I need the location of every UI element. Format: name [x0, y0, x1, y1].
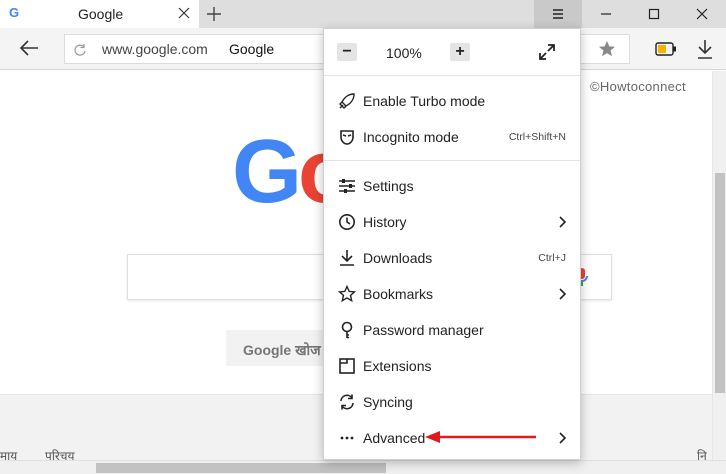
url-domain: www.google.com: [102, 41, 208, 57]
menu-item-label: Downloads: [363, 250, 433, 266]
menu-item-label: Settings: [363, 178, 414, 194]
menu-item-incognito[interactable]: Incognito mode Ctrl+Shift+N: [324, 119, 580, 155]
menu-divider: [324, 160, 580, 161]
zoom-out-button[interactable]: −: [337, 43, 357, 61]
zoom-controls: − 100% +: [324, 29, 580, 76]
reload-icon[interactable]: [73, 43, 87, 57]
sync-icon: [340, 394, 354, 410]
menu-item-shortcut: Ctrl+J: [538, 252, 566, 264]
vertical-scrollbar[interactable]: [712, 71, 726, 460]
menu-item-bookmarks[interactable]: Bookmarks: [324, 276, 580, 312]
menu-item-label: Password manager: [363, 322, 484, 338]
menu-item-shortcut: Ctrl+Shift+N: [508, 131, 566, 143]
download-icon[interactable]: [696, 38, 714, 60]
menu-item-extensions[interactable]: Extensions: [324, 348, 580, 384]
bookmark-star-icon: [338, 285, 356, 303]
zoom-in-button[interactable]: +: [450, 43, 470, 61]
turbo-icon: [339, 93, 355, 109]
history-icon: [339, 214, 355, 230]
minimize-button[interactable]: [582, 0, 630, 28]
close-icon: [696, 8, 708, 20]
chevron-right-icon: [559, 288, 566, 300]
menu-item-label: Incognito mode: [363, 129, 459, 145]
menu-item-label: History: [363, 214, 407, 230]
menu-item-downloads[interactable]: Downloads Ctrl+J: [324, 240, 580, 276]
menu-item-syncing[interactable]: Syncing: [324, 384, 580, 420]
bookmark-star-icon[interactable]: [598, 40, 616, 58]
chevron-right-icon: [559, 432, 566, 444]
incognito-icon: [340, 130, 354, 145]
menu-item-turbo[interactable]: Enable Turbo mode: [324, 83, 580, 119]
battery-saver-icon[interactable]: [655, 42, 677, 56]
menu-item-label: Enable Turbo mode: [363, 93, 486, 109]
key-icon: [341, 321, 353, 339]
google-search-button[interactable]: Google खोज: [226, 330, 338, 366]
vertical-scroll-thumb[interactable]: [715, 173, 725, 393]
menu-item-password-manager[interactable]: Password manager: [324, 312, 580, 348]
menu-item-label: Advanced: [363, 430, 426, 446]
menu-item-label: Syncing: [363, 394, 413, 410]
title-bar: G Google: [0, 0, 726, 28]
browser-tab[interactable]: G Google: [0, 0, 199, 28]
browser-menu-button[interactable]: [534, 0, 582, 28]
menu-item-label: Extensions: [363, 358, 432, 374]
menu-item-settings[interactable]: Settings: [324, 168, 580, 204]
download-icon: [340, 250, 354, 266]
back-arrow-icon[interactable]: [18, 38, 40, 58]
maximize-icon: [648, 8, 660, 20]
url-page-title: Google: [229, 41, 275, 57]
settings-icon: [339, 179, 355, 193]
google-favicon-icon: G: [8, 5, 20, 20]
more-dots-icon: [340, 436, 354, 440]
close-window-button[interactable]: [678, 0, 726, 28]
hamburger-icon: [553, 9, 563, 19]
logo-letter-g: G: [232, 122, 302, 222]
chevron-right-icon: [559, 216, 566, 228]
tab-title: Google: [78, 6, 124, 22]
extensions-icon: [339, 358, 355, 374]
horizontal-scrollbar[interactable]: [0, 460, 726, 474]
browser-menu: − 100% + Enable Turbo mode Incognito mod…: [323, 28, 581, 460]
maximize-button[interactable]: [630, 0, 678, 28]
zoom-level: 100%: [386, 45, 422, 61]
close-tab-icon[interactable]: [177, 6, 191, 20]
fullscreen-icon[interactable]: [538, 43, 556, 61]
horizontal-scroll-thumb[interactable]: [96, 463, 386, 473]
annotation-arrow-icon: [425, 431, 536, 443]
watermark: ©Howtoconnect: [590, 79, 686, 94]
new-tab-icon[interactable]: [205, 5, 223, 23]
minimize-icon: [601, 13, 611, 15]
menu-item-label: Bookmarks: [363, 286, 434, 302]
menu-item-history[interactable]: History: [324, 204, 580, 240]
